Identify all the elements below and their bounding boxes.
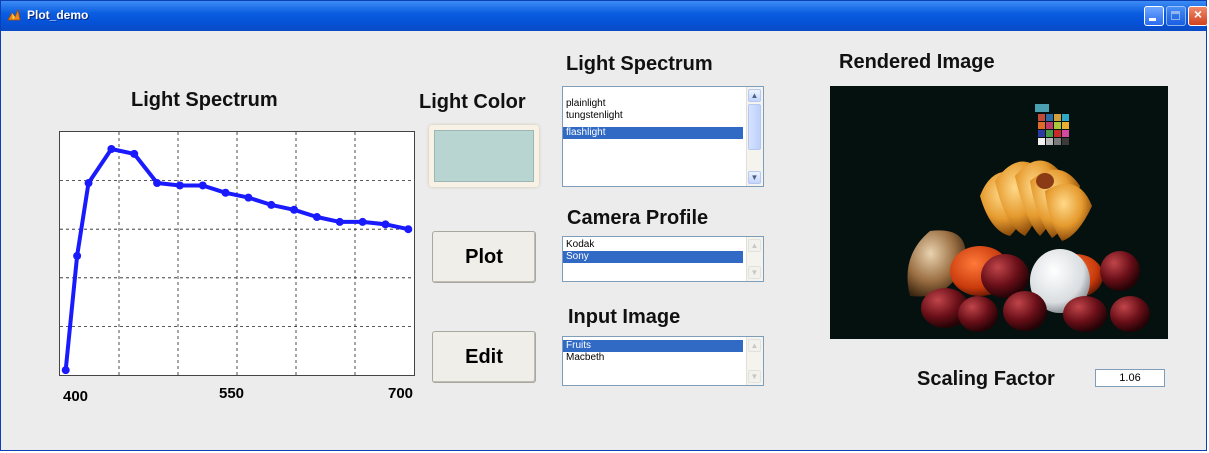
light-spectrum-listbox[interactable]: plainlight tungstenlight flashlight ▲ ▼ bbox=[562, 86, 764, 187]
bananas bbox=[980, 160, 1092, 241]
spectrum-point bbox=[244, 193, 253, 202]
spectrum-point bbox=[153, 179, 162, 188]
scroll-down-icon[interactable]: ▼ bbox=[748, 266, 761, 279]
x-tick-400: 400 bbox=[63, 388, 89, 405]
light-color-fill bbox=[434, 130, 534, 182]
spectrum-point bbox=[312, 213, 321, 222]
minimize-button[interactable] bbox=[1144, 6, 1164, 26]
spectrum-point bbox=[335, 217, 344, 226]
scroll-down-icon[interactable]: ▼ bbox=[748, 171, 761, 184]
vertical-scrollbar[interactable]: ▲ ▼ bbox=[746, 87, 763, 186]
x-tick-550: 550 bbox=[219, 385, 245, 402]
spectrum-point bbox=[61, 366, 70, 375]
scroll-up-icon[interactable]: ▲ bbox=[748, 339, 761, 352]
spectrum-point bbox=[175, 181, 184, 190]
list-item[interactable]: Kodak bbox=[563, 239, 763, 251]
spectrum-chart bbox=[60, 132, 414, 375]
rendered-image-label: Rendered Image bbox=[839, 51, 995, 73]
spectrum-point bbox=[290, 205, 299, 214]
camera-profile-label: Camera Profile bbox=[567, 207, 709, 229]
spectrum-point bbox=[130, 149, 139, 158]
red-fruit bbox=[958, 296, 998, 332]
red-fruit bbox=[1110, 296, 1150, 332]
spectrum-point bbox=[221, 188, 230, 197]
maximize-button[interactable] bbox=[1166, 6, 1186, 26]
close-icon: × bbox=[1193, 6, 1203, 22]
spectrum-point bbox=[358, 217, 367, 226]
vertical-scrollbar[interactable]: ▲ ▼ bbox=[746, 237, 763, 281]
scroll-down-icon[interactable]: ▼ bbox=[748, 370, 761, 383]
spectrum-point bbox=[381, 220, 390, 229]
list-item[interactable]: tungstenlight bbox=[563, 110, 763, 122]
input-image-listbox[interactable]: Fruits Macbeth ▲ ▼ bbox=[562, 336, 764, 386]
matlab-icon bbox=[7, 9, 21, 21]
scaling-factor-input[interactable]: 1.06 bbox=[1095, 369, 1165, 387]
spectrum-point bbox=[404, 225, 413, 234]
light-spectrum-list-label: Light Spectrum bbox=[566, 53, 713, 75]
x-tick-700: 700 bbox=[388, 385, 414, 402]
spectrum-plot[interactable] bbox=[59, 131, 415, 376]
color-checker-chart bbox=[1035, 104, 1069, 145]
title-bar[interactable]: Plot_demo × bbox=[1, 1, 1208, 31]
light-color-swatch bbox=[429, 125, 539, 187]
red-fruit bbox=[1063, 296, 1107, 332]
spectrum-plot-title: Light Spectrum bbox=[131, 89, 278, 111]
input-image-label: Input Image bbox=[568, 306, 681, 328]
spectrum-point bbox=[198, 181, 207, 190]
spectrum-point bbox=[84, 179, 93, 188]
red-fruit bbox=[1003, 291, 1047, 331]
rendered-image bbox=[830, 86, 1168, 339]
camera-profile-listbox[interactable]: Kodak Sony ▲ ▼ bbox=[562, 236, 764, 282]
list-item[interactable]: Macbeth bbox=[563, 352, 763, 364]
spectrum-point bbox=[73, 251, 82, 260]
edit-button[interactable]: Edit bbox=[432, 331, 536, 383]
vertical-scrollbar[interactable]: ▲ ▼ bbox=[746, 337, 763, 385]
scroll-up-icon[interactable]: ▲ bbox=[748, 89, 761, 102]
scroll-up-icon[interactable]: ▲ bbox=[748, 239, 761, 252]
window-title: Plot_demo bbox=[27, 8, 89, 22]
list-item-selected[interactable]: Fruits bbox=[563, 340, 743, 352]
close-button[interactable]: × bbox=[1188, 6, 1208, 26]
spectrum-point bbox=[107, 145, 116, 154]
scroll-thumb[interactable] bbox=[748, 104, 761, 150]
list-item[interactable]: plainlight bbox=[563, 98, 763, 110]
light-color-label: Light Color bbox=[419, 91, 526, 113]
app-window: Plot_demo × Light Spectrum 400 550 700 L… bbox=[0, 0, 1208, 451]
spectrum-point bbox=[267, 200, 276, 209]
list-item-selected[interactable]: flashlight bbox=[563, 127, 743, 139]
list-item-selected[interactable]: Sony bbox=[563, 251, 743, 263]
red-fruit bbox=[1100, 251, 1140, 291]
plot-button[interactable]: Plot bbox=[432, 231, 536, 283]
scaling-factor-label: Scaling Factor bbox=[917, 368, 1055, 390]
fruit-photo bbox=[907, 104, 1150, 332]
